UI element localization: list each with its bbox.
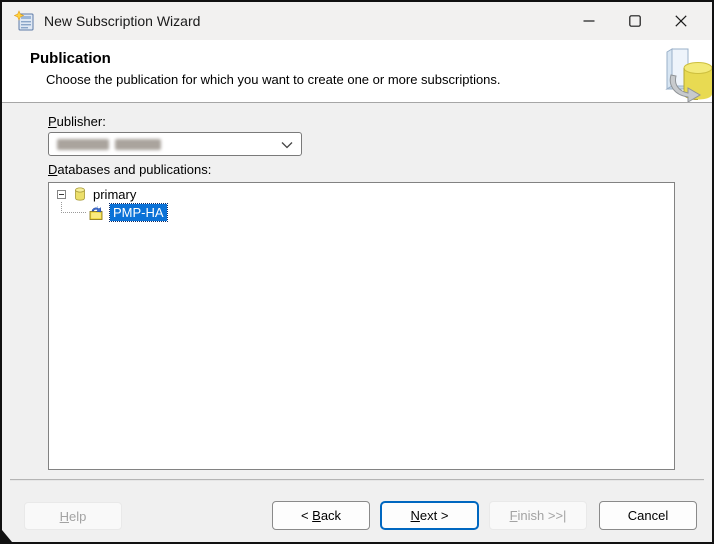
close-icon xyxy=(675,15,687,27)
databases-publications-tree[interactable]: primary PMP-HA xyxy=(48,182,675,470)
tree-node-primary[interactable]: primary xyxy=(57,186,136,202)
page-description: Choose the publication for which you wan… xyxy=(46,72,501,87)
publication-icon xyxy=(89,205,103,220)
minimize-icon xyxy=(583,20,595,22)
minimize-button[interactable] xyxy=(566,2,612,40)
back-button[interactable]: < Back xyxy=(272,501,370,530)
maximize-icon xyxy=(629,15,641,27)
publisher-dropdown[interactable] xyxy=(48,132,302,156)
subscription-book-database-icon xyxy=(665,48,712,102)
tree-connector-line xyxy=(61,212,86,213)
databases-publications-label: Databases and publications: xyxy=(48,162,212,177)
titlebar[interactable]: New Subscription Wizard xyxy=(2,2,712,40)
database-icon xyxy=(75,187,85,201)
chevron-down-icon xyxy=(281,142,293,149)
publisher-redacted-value xyxy=(57,139,161,150)
maximize-button[interactable] xyxy=(612,2,658,40)
new-subscription-wizard-dialog: New Subscription Wizard Publication Choo… xyxy=(0,0,714,544)
page-title: Publication xyxy=(30,50,111,67)
footer-separator xyxy=(10,479,704,481)
window-title: New Subscription Wizard xyxy=(44,13,201,29)
publisher-label: Publisher: xyxy=(48,114,106,129)
tree-label-primary[interactable]: primary xyxy=(93,187,136,202)
wizard-step-header: Publication Choose the publication for w… xyxy=(2,40,712,103)
wizard-document-icon xyxy=(14,10,34,31)
cancel-button[interactable]: Cancel xyxy=(599,501,697,530)
collapse-expander-icon[interactable] xyxy=(57,189,66,199)
tree-label-pmp-ha[interactable]: PMP-HA xyxy=(109,203,168,222)
finish-button[interactable]: Finish >>| xyxy=(489,501,587,530)
next-button[interactable]: Next > xyxy=(380,501,479,530)
tree-node-pmp-ha[interactable]: PMP-HA xyxy=(88,203,168,222)
help-button[interactable]: Help xyxy=(24,502,122,530)
close-button[interactable] xyxy=(658,2,704,40)
mouse-cursor-artifact xyxy=(2,530,12,542)
